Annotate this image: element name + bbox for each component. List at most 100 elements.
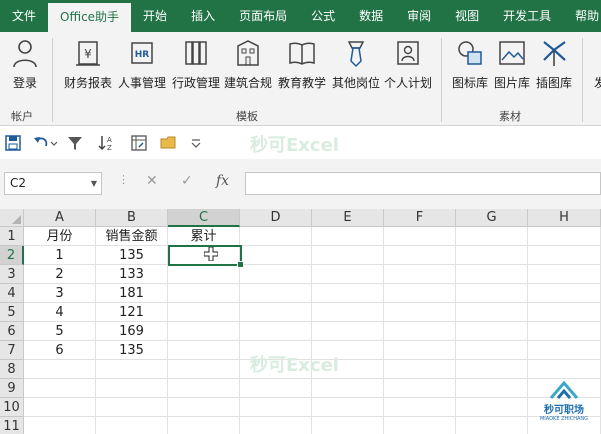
cell-b1[interactable]: 销售金额 bbox=[96, 227, 168, 246]
cell-f10[interactable] bbox=[384, 398, 456, 417]
cell-d9[interactable] bbox=[240, 379, 312, 398]
cell-h1[interactable] bbox=[528, 227, 601, 246]
save-icon[interactable] bbox=[4, 134, 22, 152]
cell-e3[interactable] bbox=[312, 265, 384, 284]
cell-a2[interactable]: 1 bbox=[24, 246, 96, 265]
row-header[interactable]: 10 bbox=[0, 398, 24, 417]
cell-e4[interactable] bbox=[312, 284, 384, 303]
cell-d3[interactable] bbox=[240, 265, 312, 284]
cell-e1[interactable] bbox=[312, 227, 384, 246]
illustration-library-button[interactable]: 插图库 bbox=[534, 38, 574, 100]
cell-b10[interactable] bbox=[96, 398, 168, 417]
cell-h4[interactable] bbox=[528, 284, 601, 303]
tab-review[interactable]: 审阅 bbox=[395, 0, 443, 32]
pivot-icon[interactable] bbox=[130, 134, 148, 152]
cell-h3[interactable] bbox=[528, 265, 601, 284]
cell-g10[interactable] bbox=[456, 398, 528, 417]
cell-c1[interactable]: 累计 bbox=[168, 227, 240, 246]
login-button[interactable]: 登录 bbox=[6, 38, 44, 100]
cell-b5[interactable]: 121 bbox=[96, 303, 168, 322]
column-header-a[interactable]: A bbox=[24, 209, 96, 227]
cell-b7[interactable]: 135 bbox=[96, 341, 168, 360]
cell-a1[interactable]: 月份 bbox=[24, 227, 96, 246]
cell-a4[interactable]: 3 bbox=[24, 284, 96, 303]
cell-d1[interactable] bbox=[240, 227, 312, 246]
column-header-h[interactable]: H bbox=[528, 209, 601, 227]
cell-b6[interactable]: 169 bbox=[96, 322, 168, 341]
cell-a3[interactable]: 2 bbox=[24, 265, 96, 284]
cell-g11[interactable] bbox=[456, 417, 528, 434]
column-header-e[interactable]: E bbox=[312, 209, 384, 227]
cell-f1[interactable] bbox=[384, 227, 456, 246]
cell-d5[interactable] bbox=[240, 303, 312, 322]
row-header[interactable]: 3 bbox=[0, 265, 24, 284]
cell-c6[interactable] bbox=[168, 322, 240, 341]
row-header[interactable]: 9 bbox=[0, 379, 24, 398]
confirm-icon[interactable]: ✓ bbox=[181, 173, 193, 189]
cell-d4[interactable] bbox=[240, 284, 312, 303]
cell-f2[interactable] bbox=[384, 246, 456, 265]
cell-f5[interactable] bbox=[384, 303, 456, 322]
cell-f4[interactable] bbox=[384, 284, 456, 303]
cell-c4[interactable] bbox=[168, 284, 240, 303]
row-header[interactable]: 4 bbox=[0, 284, 24, 303]
cell-h7[interactable] bbox=[528, 341, 601, 360]
formula-input[interactable] bbox=[245, 172, 601, 195]
tab-help[interactable]: 帮助 bbox=[563, 0, 601, 32]
cell-c9[interactable] bbox=[168, 379, 240, 398]
other-positions-button[interactable]: 其他岗位 bbox=[330, 38, 382, 100]
cell-f11[interactable] bbox=[384, 417, 456, 434]
cell-b3[interactable]: 133 bbox=[96, 265, 168, 284]
cell-d2[interactable] bbox=[240, 246, 312, 265]
admin-management-button[interactable]: 行政管理 bbox=[170, 38, 222, 100]
cell-b9[interactable] bbox=[96, 379, 168, 398]
row-header[interactable]: 6 bbox=[0, 322, 24, 341]
cell-f7[interactable] bbox=[384, 341, 456, 360]
cell-b11[interactable] bbox=[96, 417, 168, 434]
cell-b2[interactable]: 135 bbox=[96, 246, 168, 265]
cell-g3[interactable] bbox=[456, 265, 528, 284]
undo-icon[interactable] bbox=[32, 134, 50, 152]
column-header-g[interactable]: G bbox=[456, 209, 528, 227]
construction-button[interactable]: 建筑合规 bbox=[222, 38, 274, 100]
cell-d11[interactable] bbox=[240, 417, 312, 434]
cell-g6[interactable] bbox=[456, 322, 528, 341]
select-all-button[interactable] bbox=[0, 209, 24, 227]
icon-library-button[interactable]: 图标库 bbox=[450, 38, 490, 100]
cell-c11[interactable] bbox=[168, 417, 240, 434]
row-header[interactable]: 5 bbox=[0, 303, 24, 322]
tab-insert[interactable]: 插入 bbox=[179, 0, 227, 32]
filter-icon[interactable] bbox=[66, 134, 84, 152]
cell-d10[interactable] bbox=[240, 398, 312, 417]
tab-data[interactable]: 数据 bbox=[347, 0, 395, 32]
column-header-c[interactable]: C bbox=[168, 209, 240, 227]
cell-c5[interactable] bbox=[168, 303, 240, 322]
cell-h2[interactable] bbox=[528, 246, 601, 265]
cell-e6[interactable] bbox=[312, 322, 384, 341]
cell-c8[interactable] bbox=[168, 360, 240, 379]
cell-e10[interactable] bbox=[312, 398, 384, 417]
row-header[interactable]: 11 bbox=[0, 417, 24, 434]
cell-g5[interactable] bbox=[456, 303, 528, 322]
cell-e5[interactable] bbox=[312, 303, 384, 322]
cell-a5[interactable]: 4 bbox=[24, 303, 96, 322]
customize-toolbar-icon[interactable] bbox=[190, 134, 202, 152]
cell-g4[interactable] bbox=[456, 284, 528, 303]
undo-dropdown-icon[interactable] bbox=[50, 134, 58, 152]
chevron-down-icon[interactable]: ▼ bbox=[91, 173, 97, 194]
row-header[interactable]: 7 bbox=[0, 341, 24, 360]
row-header[interactable]: 8 bbox=[0, 360, 24, 379]
row-header[interactable]: 1 bbox=[0, 227, 24, 246]
cell-b8[interactable] bbox=[96, 360, 168, 379]
cell-f3[interactable] bbox=[384, 265, 456, 284]
cell-c10[interactable] bbox=[168, 398, 240, 417]
cell-a10[interactable] bbox=[24, 398, 96, 417]
cell-f6[interactable] bbox=[384, 322, 456, 341]
tab-office-assistant[interactable]: Office助手 bbox=[48, 3, 132, 32]
cell-a11[interactable] bbox=[24, 417, 96, 434]
tab-formulas[interactable]: 公式 bbox=[299, 0, 347, 32]
cell-a7[interactable]: 6 bbox=[24, 341, 96, 360]
folder-icon[interactable] bbox=[160, 134, 178, 152]
education-button[interactable]: 教育教学 bbox=[276, 38, 328, 100]
name-box[interactable]: C2 ▼ bbox=[4, 172, 102, 195]
